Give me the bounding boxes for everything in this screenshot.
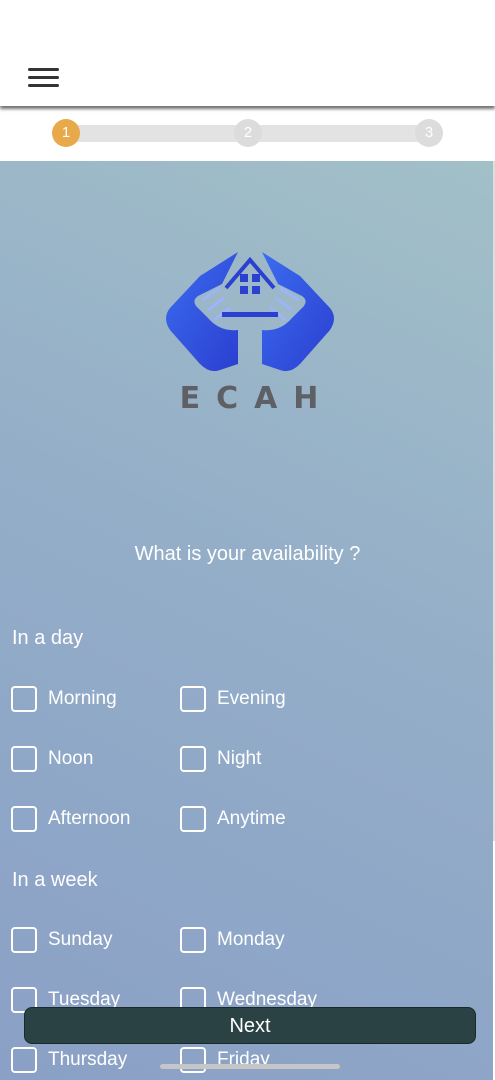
step-3-indicator: 3	[415, 119, 443, 147]
checkbox-label: Afternoon	[48, 808, 131, 829]
checkbox-monday[interactable]: Monday	[180, 926, 285, 954]
checkbox-night[interactable]: Night	[180, 745, 261, 773]
in-a-day-label: In a day	[12, 627, 84, 649]
in-a-week-label: In a week	[12, 869, 98, 891]
checkbox-label: Night	[217, 748, 262, 769]
checkbox-thursday[interactable]: Thursday	[11, 1046, 127, 1074]
house-in-hands-logo-icon	[166, 252, 334, 372]
checkbox-morning[interactable]: Morning	[11, 685, 117, 713]
checkbox-anytime[interactable]: Anytime	[180, 805, 286, 833]
checkbox-label: Morning	[48, 688, 117, 709]
availability-form: ECAH What is your availability ? In a da…	[0, 161, 493, 1080]
checkbox-noon[interactable]: Noon	[11, 745, 93, 773]
step-1-indicator: 1	[52, 119, 80, 147]
checkbox-afternoon[interactable]: Afternoon	[11, 805, 130, 833]
checkbox-label: Monday	[217, 929, 285, 950]
checkbox-label: Noon	[48, 748, 94, 769]
checkbox-box[interactable]	[11, 746, 37, 772]
logo-text: ECAH	[179, 381, 335, 416]
hamburger-menu-icon[interactable]	[28, 68, 59, 88]
checkbox-box[interactable]	[180, 686, 206, 712]
checkbox-label: Sunday	[48, 929, 113, 950]
checkbox-label: Thursday	[48, 1049, 128, 1070]
app-header	[0, 0, 495, 106]
checkbox-box[interactable]	[180, 1047, 206, 1073]
step-2-indicator: 2	[234, 119, 262, 147]
checkbox-box[interactable]	[11, 927, 37, 953]
checkbox-sunday[interactable]: Sunday	[11, 926, 112, 954]
checkbox-label: Anytime	[217, 808, 286, 829]
checkbox-evening[interactable]: Evening	[180, 685, 286, 713]
ecah-logo: ECAH	[160, 246, 340, 421]
checkbox-box[interactable]	[180, 806, 206, 832]
checkbox-friday[interactable]: Friday	[180, 1046, 270, 1074]
next-button[interactable]: Next	[24, 1007, 476, 1044]
home-indicator[interactable]	[160, 1064, 340, 1069]
checkbox-box[interactable]	[11, 686, 37, 712]
checkbox-box[interactable]	[180, 927, 206, 953]
availability-question: What is your availability ?	[134, 543, 361, 565]
checkbox-box[interactable]	[11, 806, 37, 832]
checkbox-box[interactable]	[180, 746, 206, 772]
checkbox-label: Evening	[217, 688, 286, 709]
checkbox-box[interactable]	[11, 1047, 37, 1073]
